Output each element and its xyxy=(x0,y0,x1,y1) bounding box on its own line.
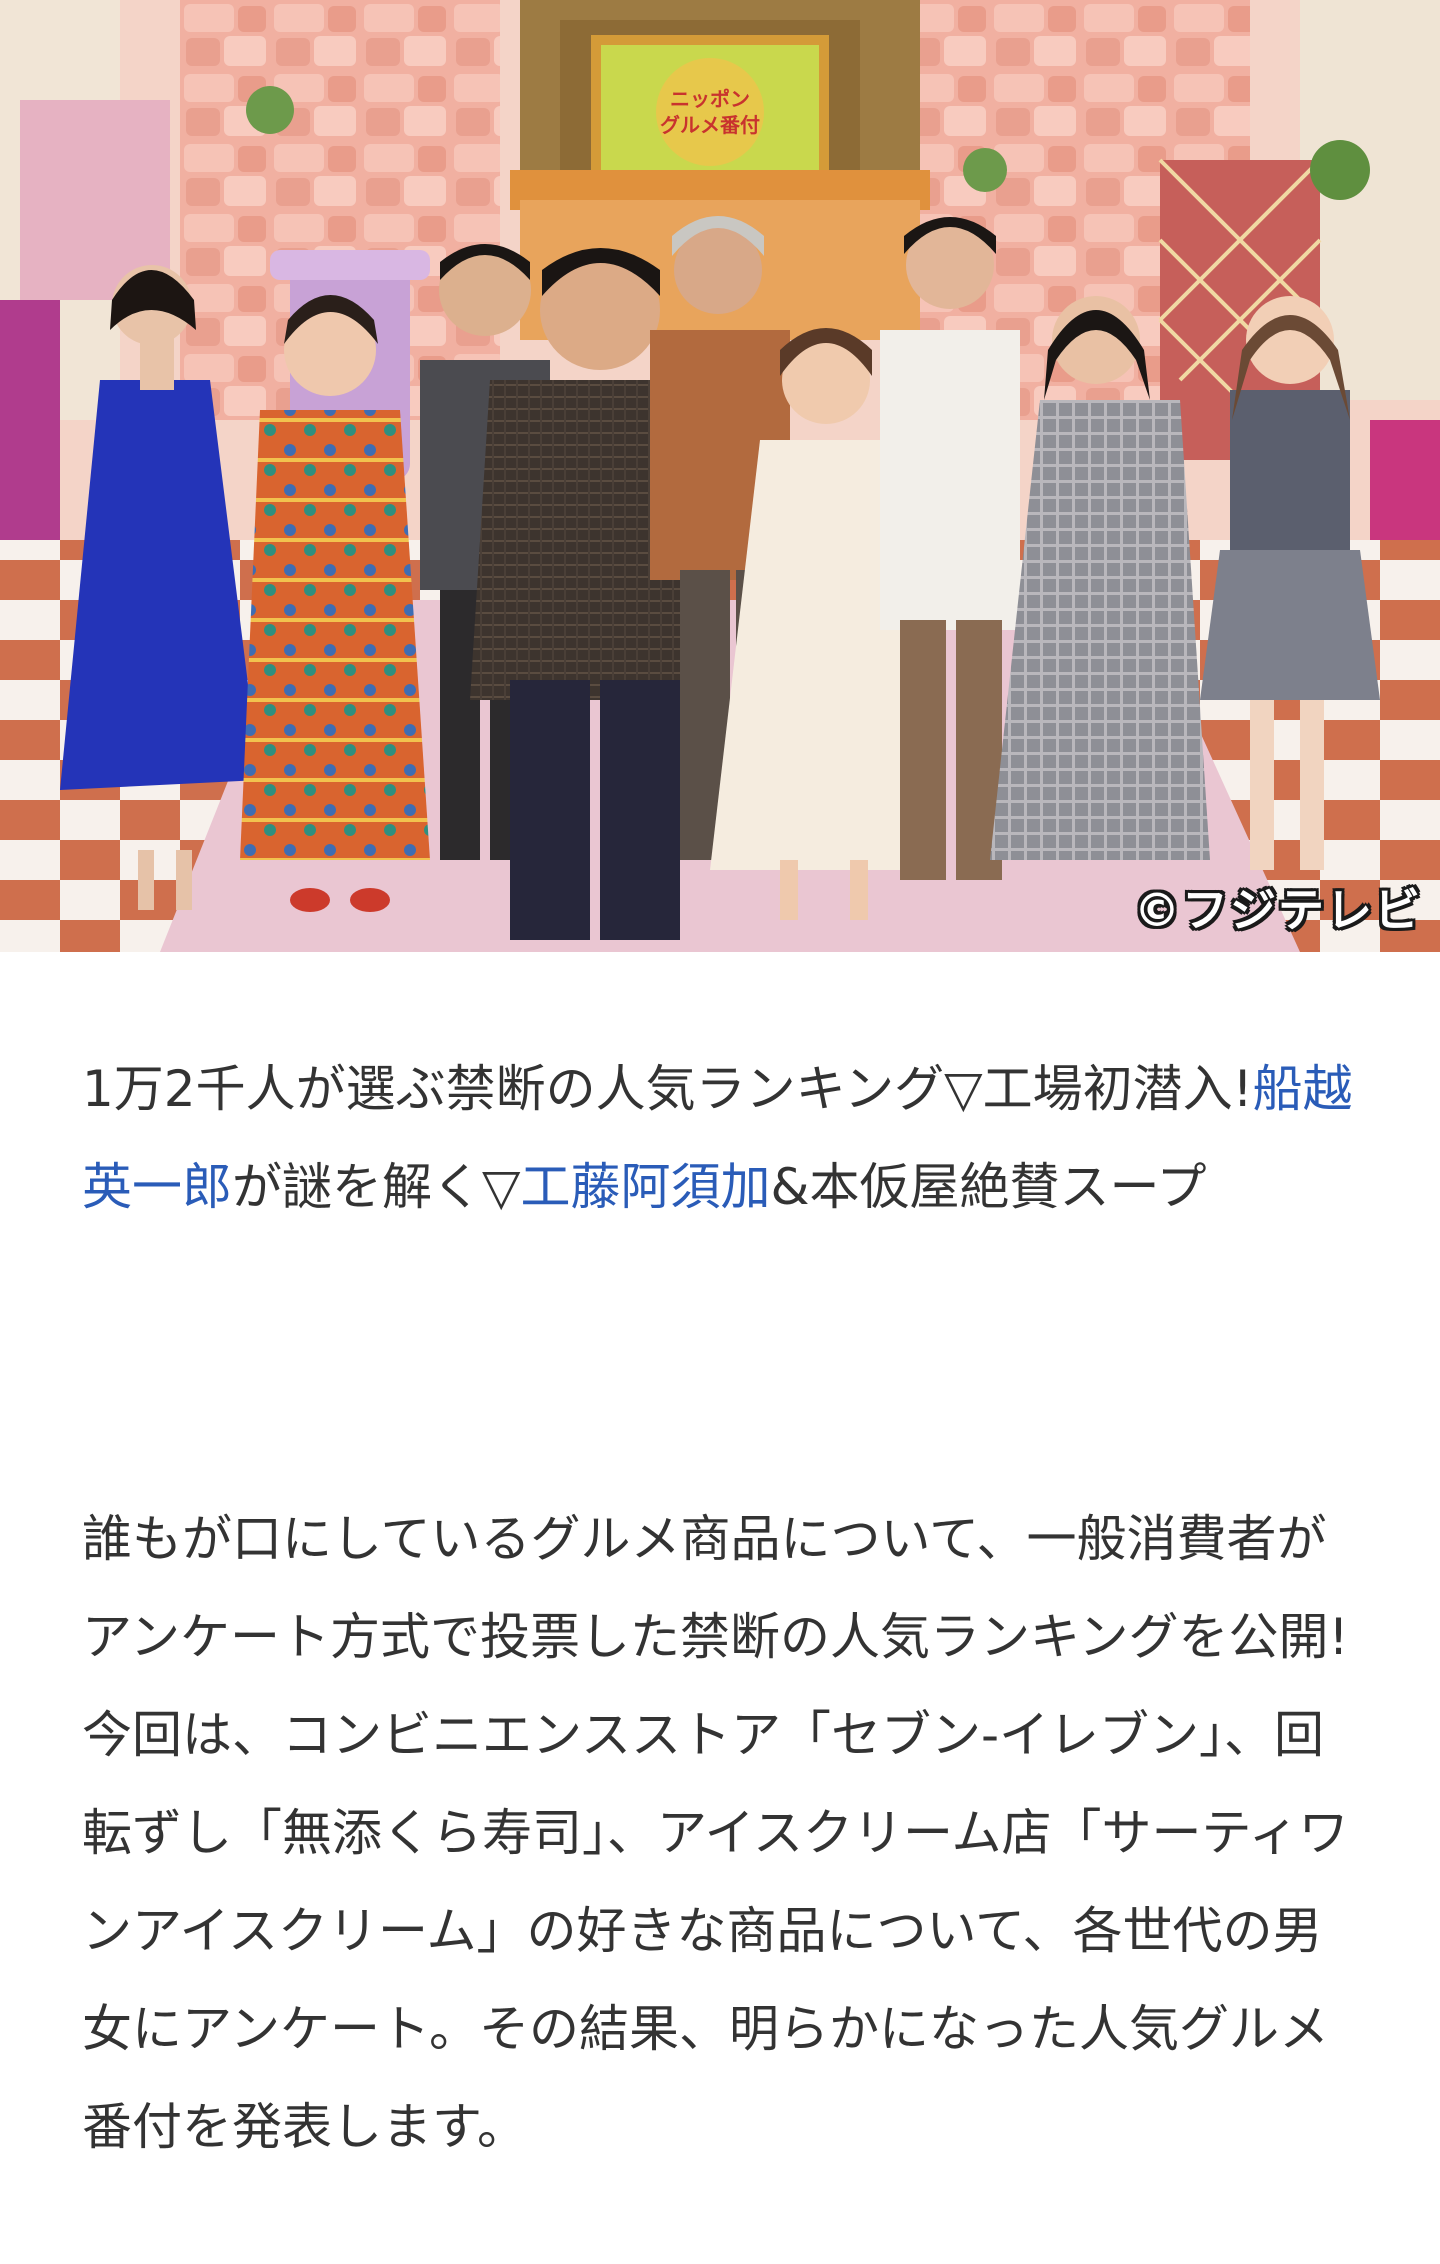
headline-part-3: &本仮屋絶賛スープ xyxy=(770,1158,1207,1216)
headline-part-1: 1万2千人が選ぶ禁断の人気ランキング▽工場初潜入! xyxy=(82,1060,1253,1118)
body-paragraph: 誰もが口にしているグルメ商品について、一般消費者がアンケート方式で投票した禁断の… xyxy=(82,1510,1349,2156)
photo-credit: ©フジテレビ xyxy=(1134,883,1422,937)
studio-scene-image: ニッポン グルメ番付 xyxy=(0,0,1440,952)
show-logo-line-1: ニッポン xyxy=(670,87,750,111)
show-logo-line-2: グルメ番付 xyxy=(660,113,760,137)
person-link-kudo[interactable]: 工藤阿須加 xyxy=(520,1158,770,1216)
headline-text: 1万2千人が選ぶ禁断の人気ランキング▽工場初潜入!船越英一郎が謎を解く▽工藤阿須… xyxy=(82,1040,1358,1236)
headline-part-2: が謎を解く▽ xyxy=(232,1158,521,1216)
hero-photo: ニッポン グルメ番付 ©フジテレビ xyxy=(0,0,1440,952)
